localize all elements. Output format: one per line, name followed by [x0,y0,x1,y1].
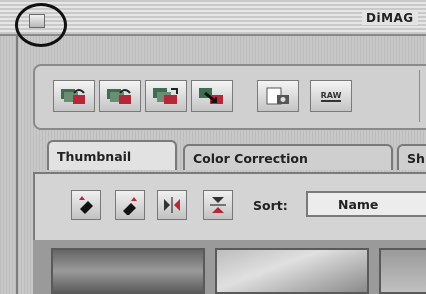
raw-icon: RAW [320,90,342,102]
rotate-right-icon [123,197,137,215]
rotate-left-icon [79,196,93,214]
tab-sharpness[interactable]: Sh [397,144,426,170]
open-scan-button[interactable] [53,80,95,112]
stack-rotate-icon [61,89,85,104]
tab-thumbnail[interactable]: Thumbnail [47,140,177,170]
thumbnail-strip[interactable] [33,240,426,294]
tab-bar: Thumbnail Color Correction Sh [33,140,426,172]
window-edge [16,36,18,294]
thumbnail-image[interactable] [215,248,369,294]
toolbar-divider [419,70,420,122]
flip-horizontal-icon [164,197,180,213]
rotate-right-button[interactable] [115,190,145,220]
application-window: DiMAG RAW Thumbnail Color Correction Sh … [0,0,426,294]
export-button[interactable] [191,80,233,112]
copy-stack-button[interactable] [145,80,187,112]
thumbnail-image[interactable] [51,248,205,294]
rotate-left-button[interactable] [71,190,101,220]
sort-select[interactable]: Name [306,191,426,217]
document-camera-icon [266,87,289,105]
rotate-scan-button[interactable] [99,80,141,112]
flip-vertical-button[interactable] [203,190,233,220]
sort-label: Sort: [253,198,288,213]
window-title: DiMAG [362,11,418,25]
highlight-circle [15,3,67,47]
tab-color-correction[interactable]: Color Correction [183,144,393,170]
stack-copy-icon [153,88,178,104]
export-arrow-icon [199,88,223,104]
stack-rotate-icon [107,89,131,104]
thumbnail-image[interactable] [379,248,426,294]
save-button[interactable] [257,80,299,112]
raw-button[interactable]: RAW [310,80,352,112]
flip-horizontal-button[interactable] [157,190,187,220]
toolbar-panel: RAW [33,64,426,130]
flip-vertical-icon [210,197,226,213]
